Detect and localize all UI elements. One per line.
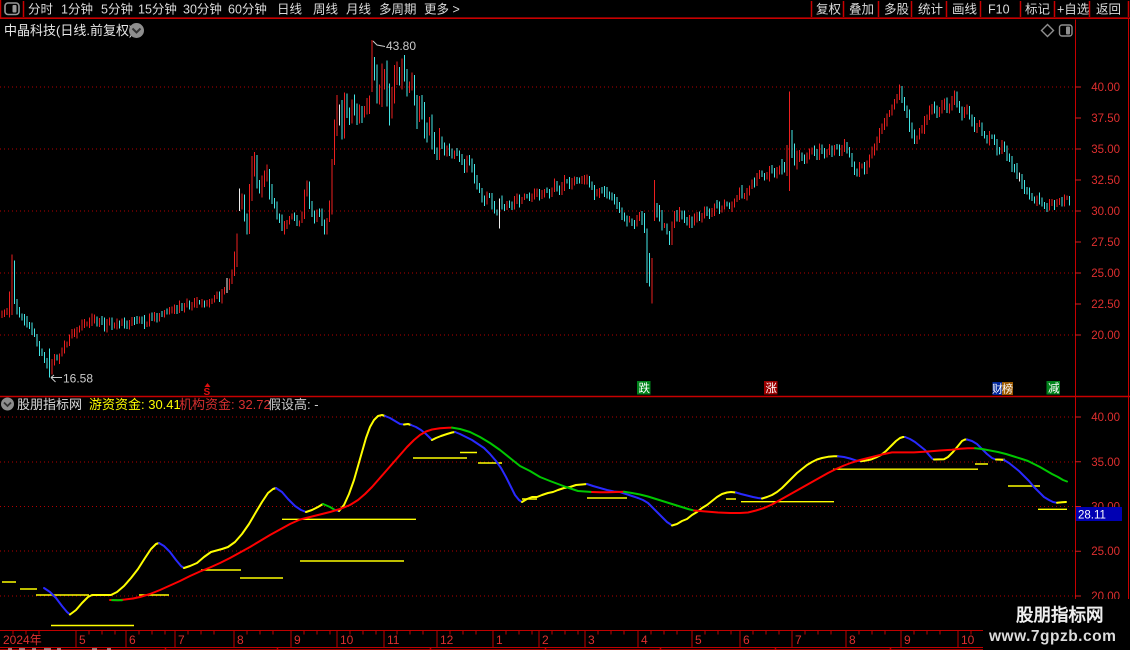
svg-text:6: 6 bbox=[129, 633, 136, 647]
svg-text:www.7gpzb.com: www.7gpzb.com bbox=[988, 628, 1116, 645]
svg-text:标记: 标记 bbox=[1025, 3, 1051, 17]
svg-text:28.11: 28.11 bbox=[1078, 510, 1106, 522]
svg-text:8: 8 bbox=[849, 633, 856, 647]
svg-text:减: 减 bbox=[1048, 382, 1060, 395]
svg-text:32.50: 32.50 bbox=[1091, 175, 1120, 187]
svg-text:15分钟: 15分钟 bbox=[138, 2, 177, 17]
svg-text:2: 2 bbox=[542, 633, 549, 647]
svg-text:机构资金: 32.72: 机构资金: 32.72 bbox=[179, 397, 271, 412]
svg-text:5: 5 bbox=[79, 633, 86, 647]
svg-text:60分钟: 60分钟 bbox=[228, 2, 267, 17]
svg-text:股朋指标网: 股朋指标网 bbox=[1016, 605, 1104, 625]
svg-text:股朋指标网: 股朋指标网 bbox=[17, 397, 82, 412]
svg-text:返回: 返回 bbox=[1096, 3, 1121, 17]
svg-text:+自选: +自选 bbox=[1057, 3, 1090, 17]
svg-text:7: 7 bbox=[178, 633, 185, 647]
svg-text:分时: 分时 bbox=[28, 3, 54, 17]
svg-text:9: 9 bbox=[904, 633, 911, 647]
svg-text:16.58: 16.58 bbox=[63, 372, 93, 386]
svg-text:月线: 月线 bbox=[346, 3, 372, 17]
svg-text:叠加: 叠加 bbox=[849, 3, 874, 17]
svg-text:周线: 周线 bbox=[313, 3, 339, 17]
svg-text:5分钟: 5分钟 bbox=[101, 2, 133, 17]
svg-text:F10: F10 bbox=[988, 3, 1010, 17]
svg-text:7: 7 bbox=[795, 633, 802, 647]
svg-text:多股: 多股 bbox=[884, 3, 910, 17]
svg-text:中晶科技(日线.前复权): 中晶科技(日线.前复权) bbox=[4, 23, 133, 38]
svg-text:1: 1 bbox=[496, 633, 503, 647]
svg-text:30.00: 30.00 bbox=[1091, 206, 1120, 218]
svg-text:8: 8 bbox=[237, 633, 244, 647]
svg-text:画线: 画线 bbox=[952, 3, 978, 17]
svg-text:40.00: 40.00 bbox=[1091, 412, 1120, 424]
svg-text:20.00: 20.00 bbox=[1091, 330, 1120, 342]
svg-text:40.00: 40.00 bbox=[1091, 82, 1120, 94]
svg-text:涨: 涨 bbox=[766, 382, 778, 395]
svg-text:9: 9 bbox=[294, 633, 301, 647]
svg-text:27.50: 27.50 bbox=[1091, 237, 1120, 249]
svg-text:25.00: 25.00 bbox=[1091, 268, 1120, 280]
svg-text:游资资金: 30.41: 游资资金: 30.41 bbox=[89, 397, 181, 412]
svg-text:25.00: 25.00 bbox=[1091, 546, 1120, 558]
svg-text:3: 3 bbox=[588, 633, 595, 647]
svg-text:统计: 统计 bbox=[918, 3, 943, 17]
svg-text:10: 10 bbox=[961, 633, 975, 647]
svg-text:榜: 榜 bbox=[1002, 382, 1013, 396]
svg-text:5: 5 bbox=[695, 633, 702, 647]
svg-text:假设高: -: 假设高: - bbox=[268, 397, 319, 412]
svg-text:30分钟: 30分钟 bbox=[183, 2, 222, 17]
svg-text:更多 >: 更多 > bbox=[424, 3, 460, 17]
svg-text:复权: 复权 bbox=[816, 2, 842, 17]
svg-text:10: 10 bbox=[340, 633, 354, 647]
svg-text:35.00: 35.00 bbox=[1091, 144, 1120, 156]
svg-text:11: 11 bbox=[387, 633, 400, 647]
svg-text:6: 6 bbox=[743, 633, 750, 647]
svg-text:35.00: 35.00 bbox=[1091, 457, 1120, 469]
svg-text:43.80: 43.80 bbox=[386, 39, 416, 53]
svg-text:12: 12 bbox=[440, 633, 454, 647]
svg-text:4: 4 bbox=[641, 633, 648, 647]
svg-text:跌: 跌 bbox=[639, 381, 651, 395]
svg-text:1分钟: 1分钟 bbox=[61, 2, 93, 17]
svg-text:日线: 日线 bbox=[277, 3, 303, 17]
svg-text:22.50: 22.50 bbox=[1091, 299, 1120, 311]
svg-text:37.50: 37.50 bbox=[1091, 113, 1120, 125]
svg-text:多周期: 多周期 bbox=[379, 3, 417, 17]
svg-text:2024年: 2024年 bbox=[3, 633, 42, 647]
